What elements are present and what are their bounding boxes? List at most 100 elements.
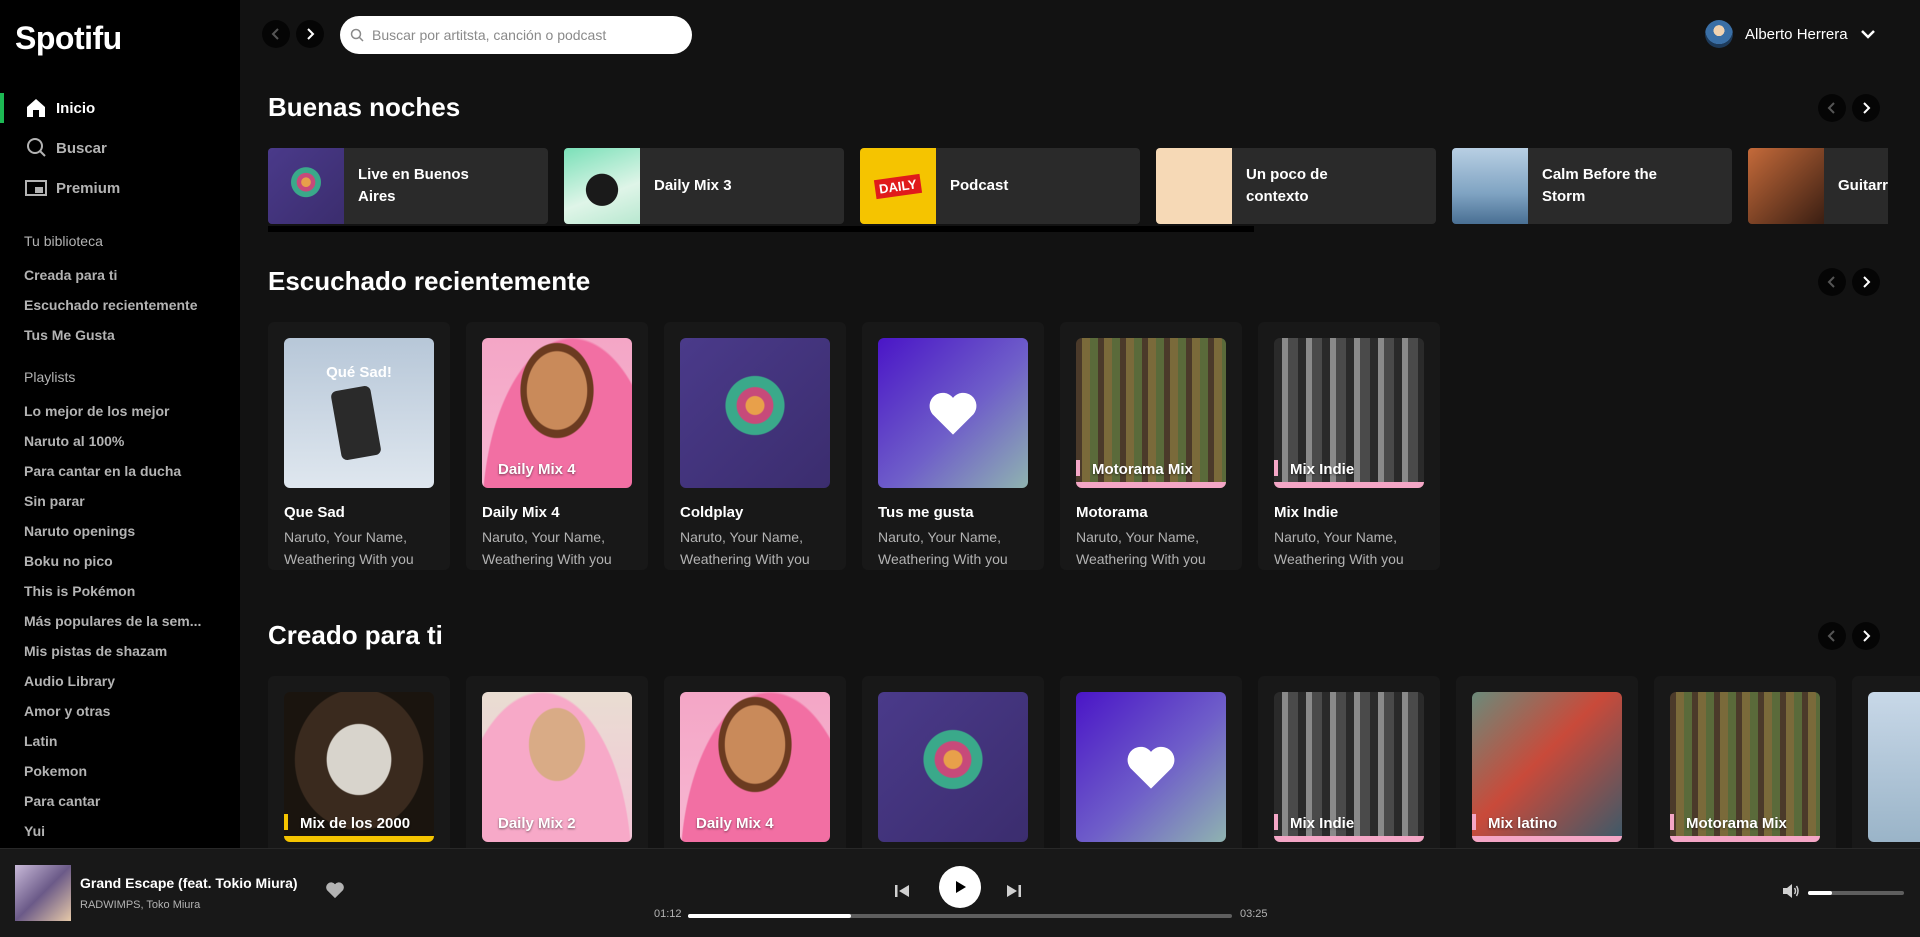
playlist-card[interactable]: Motorama Mix: [1654, 676, 1836, 848]
playlist-item[interactable]: Naruto openings: [0, 516, 210, 546]
library-item[interactable]: Escuchado recientemente: [0, 290, 210, 320]
recent-next-button[interactable]: [1852, 268, 1880, 296]
next-track-button[interactable]: [1005, 882, 1025, 902]
shortcut-card[interactable]: Daily Mix 3: [564, 148, 844, 224]
made-for-you-next-button[interactable]: [1852, 622, 1880, 650]
playlist-item[interactable]: Boku no pico: [0, 546, 210, 576]
daily-logo-icon: DAILY: [873, 173, 923, 199]
chevron-right-icon: [307, 28, 315, 40]
cover-title: Mix Indie: [1290, 461, 1355, 478]
playlist-item[interactable]: This is Pokémon: [0, 576, 210, 606]
shortcut-card[interactable]: Live en Buenos Aires: [268, 148, 548, 224]
previous-track-button[interactable]: [893, 882, 913, 902]
shortcut-card[interactable]: Un poco de contexto: [1156, 148, 1436, 224]
library-item[interactable]: Creada para ti: [0, 260, 210, 290]
like-button[interactable]: [325, 881, 347, 903]
topbar: Alberto Herrera: [240, 0, 1920, 70]
search-input[interactable]: [372, 27, 672, 43]
main-nav: Inicio Buscar Premium: [0, 88, 240, 208]
nav-label: Inicio: [56, 99, 96, 117]
card-cover: [878, 338, 1028, 488]
playlist-item[interactable]: Sin parar: [0, 486, 210, 516]
playlist-card[interactable]: Daily Mix 4 Daily Mix 4 Naruto, Your Nam…: [466, 322, 648, 570]
playlist-item[interactable]: Amor y otras: [0, 696, 210, 726]
cover-title: Qué Sad!: [326, 364, 392, 381]
cover-accent-strip: [284, 836, 434, 842]
shortcut-label: Guitarra: [1838, 177, 1888, 194]
library-section: Tu biblioteca Creada para ti Escuchado r…: [0, 230, 240, 350]
card-cover: Mix de los 2000: [284, 692, 434, 842]
nav-item-buscar[interactable]: Buscar: [0, 128, 240, 168]
cover-accent-bar: [1274, 814, 1278, 830]
shortcuts-scrollbar[interactable]: [268, 226, 1888, 232]
chevron-left-icon: [1827, 102, 1835, 114]
card-subtitle: Naruto, Your Name, Weathering With you: [284, 529, 414, 567]
cover-title: Motorama Mix: [1686, 815, 1787, 832]
play-button[interactable]: [939, 866, 981, 908]
playlist-card[interactable]: [1852, 676, 1920, 848]
user-menu[interactable]: Alberto Herrera: [1705, 18, 1876, 50]
app-logo[interactable]: Spotifu: [15, 20, 122, 57]
shortcut-cover: [268, 148, 344, 224]
playlist-item[interactable]: Mis pistas de shazam: [0, 636, 210, 666]
playlist-card[interactable]: Mix Indie Mix Indie Naruto, Your Name, W…: [1258, 322, 1440, 570]
shortcut-card[interactable]: Guitarra: [1748, 148, 1888, 224]
volume-slider[interactable]: [1808, 891, 1904, 895]
playlist-item[interactable]: Más populares de la sem...: [0, 606, 210, 636]
volume-button[interactable]: [1782, 883, 1802, 903]
playlist-card[interactable]: Mix de los 2000: [268, 676, 450, 848]
back-button[interactable]: [262, 20, 290, 48]
card-title: Mix Indie: [1274, 504, 1339, 521]
now-playing-title[interactable]: Grand Escape (feat. Tokio Miura): [80, 875, 298, 891]
playlist-card[interactable]: [862, 676, 1044, 848]
playlist-card[interactable]: Tus me gusta Naruto, Your Name, Weatheri…: [862, 322, 1044, 570]
playlist-card[interactable]: Mix latino: [1456, 676, 1638, 848]
playlist-card[interactable]: Motorama Mix Motorama Naruto, Your Name,…: [1060, 322, 1242, 570]
section-title-made-for-you: Creado para ti: [268, 620, 443, 650]
cover-accent-bar: [1472, 814, 1476, 830]
playlist-item[interactable]: Audio Library: [0, 666, 210, 696]
card-cover: Motorama Mix: [1670, 692, 1820, 842]
playlist-card[interactable]: [1060, 676, 1242, 848]
good-night-next-button[interactable]: [1852, 94, 1880, 122]
playlist-card[interactable]: Daily Mix 2: [466, 676, 648, 848]
now-playing-cover[interactable]: [15, 865, 71, 921]
nav-item-premium[interactable]: Premium: [0, 168, 240, 208]
cover-title: Motorama Mix: [1092, 461, 1193, 478]
playlists-section: Playlists Lo mejor de los mejor Naruto a…: [0, 366, 240, 846]
shortcut-cover: [1156, 148, 1232, 224]
cover-accent-bar: [1274, 460, 1278, 476]
playlist-card[interactable]: Coldplay Naruto, Your Name, Weathering W…: [664, 322, 846, 570]
playlist-card[interactable]: Mix Indie: [1258, 676, 1440, 848]
playlist-card[interactable]: Qué Sad! Que Sad Naruto, Your Name, Weat…: [268, 322, 450, 570]
card-cover: Motorama Mix: [1076, 338, 1226, 488]
good-night-prev-button[interactable]: [1818, 94, 1846, 122]
volume-icon: [1783, 884, 1799, 898]
scrollbar-thumb[interactable]: [268, 226, 1254, 232]
shortcut-card[interactable]: Calm Before the Storm: [1452, 148, 1732, 224]
nav-item-inicio[interactable]: Inicio: [0, 88, 240, 128]
card-cover: [1868, 692, 1920, 842]
search-box[interactable]: [340, 16, 692, 54]
recent-prev-button[interactable]: [1818, 268, 1846, 296]
shortcut-cover: [1748, 148, 1824, 224]
playlist-item[interactable]: Naruto al 100%: [0, 426, 210, 456]
chevron-left-icon: [271, 28, 279, 40]
playlist-item[interactable]: Pokemon: [0, 756, 210, 786]
playlist-item[interactable]: Para cantar en la ducha: [0, 456, 210, 486]
playlist-item[interactable]: Yui: [0, 816, 210, 846]
chevron-left-icon: [1827, 630, 1835, 642]
chevron-right-icon: [1863, 630, 1871, 642]
progress-bar[interactable]: [688, 914, 1232, 918]
playlist-card[interactable]: Daily Mix 4: [664, 676, 846, 848]
shortcut-cover: DAILY: [860, 148, 936, 224]
playlist-item[interactable]: Lo mejor de los mejor: [0, 396, 210, 426]
library-item[interactable]: Tus Me Gusta: [0, 320, 210, 350]
shortcut-card[interactable]: DAILY Podcast: [860, 148, 1140, 224]
made-for-you-prev-button[interactable]: [1818, 622, 1846, 650]
playlist-item[interactable]: Latin: [0, 726, 210, 756]
playlist-item[interactable]: Para cantar: [0, 786, 210, 816]
forward-button[interactable]: [296, 20, 324, 48]
now-playing-artist[interactable]: RADWIMPS, Toko Miura: [80, 899, 200, 911]
card-cover: Qué Sad!: [284, 338, 434, 488]
